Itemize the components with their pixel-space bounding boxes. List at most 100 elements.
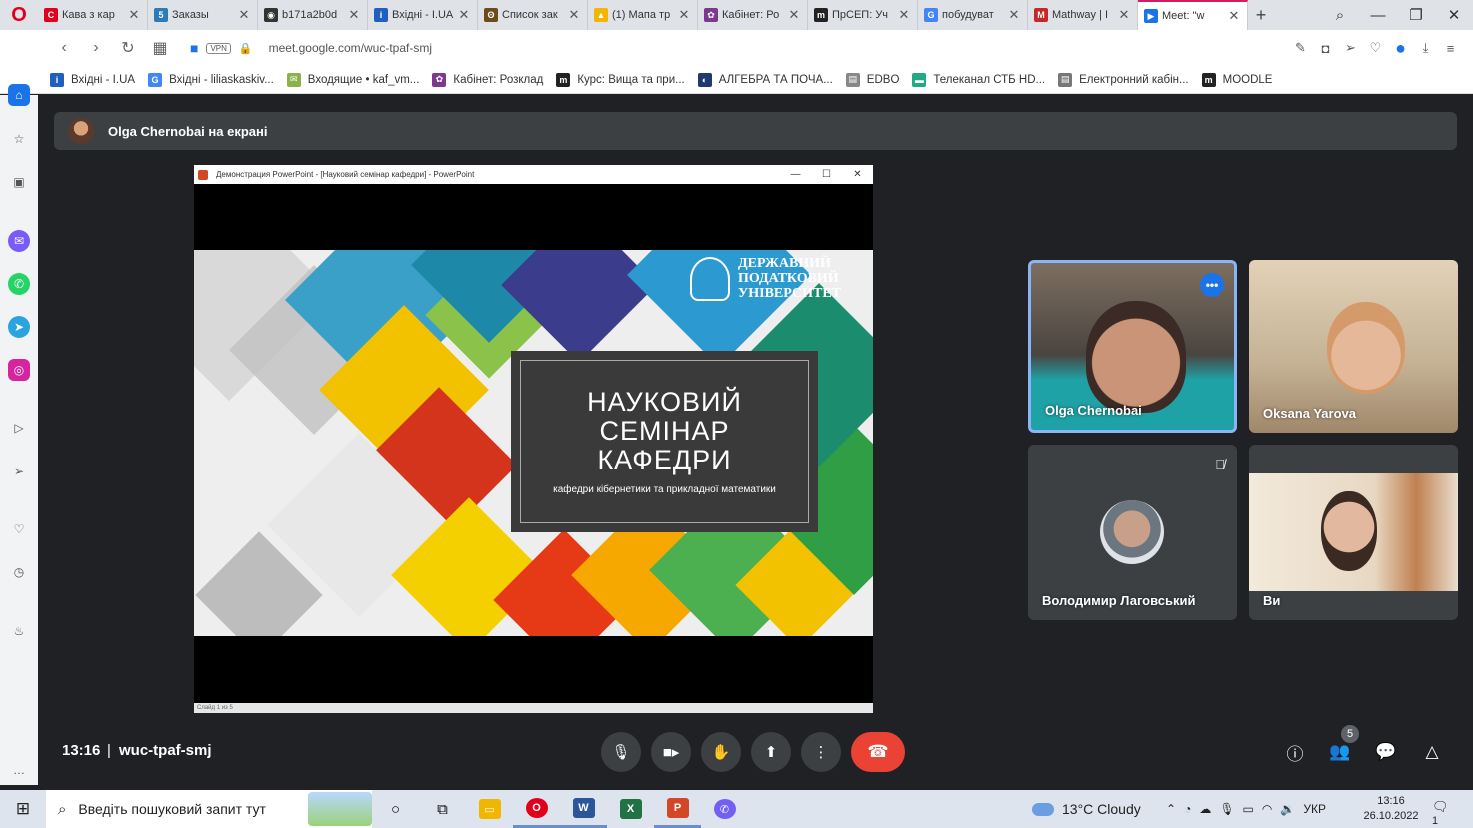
mic-tray-icon[interactable]: 🎙 (1219, 802, 1234, 816)
favorites-icon[interactable]: ♡ (8, 518, 30, 540)
browser-tab[interactable]: i Вхідні - I.UA ✕ (368, 0, 478, 30)
close-tab-icon[interactable]: ✕ (567, 7, 581, 23)
language-indicator[interactable]: УКР (1303, 802, 1326, 816)
word-icon[interactable]: W (560, 790, 607, 828)
onedrive-icon[interactable]: ☁ (1199, 802, 1211, 816)
bookmark-item[interactable]: G Вхідні - liliaskaskiv... (148, 72, 274, 87)
participant-tile-volodymyr[interactable]: 🎙̸ Володимир Лаговський (1028, 445, 1237, 620)
edit-icon[interactable]: ✎ (1288, 40, 1313, 56)
home-icon[interactable]: ⌂ (8, 84, 30, 106)
close-tab-icon[interactable]: ✕ (1117, 7, 1131, 23)
reload-icon[interactable]: ↻ (112, 38, 144, 58)
browser-tab[interactable]: ▶ Meet: "w ✕ (1138, 0, 1248, 30)
file-explorer-icon[interactable]: ▭ (466, 790, 513, 828)
bookmark-item[interactable]: m MOODLE (1201, 72, 1272, 87)
shared-screen[interactable]: Демонстрация PowerPoint - [Науковий семі… (194, 165, 873, 713)
download-icon[interactable]: ⤓ (1413, 40, 1438, 56)
volume-icon[interactable]: 🔉 (1280, 802, 1295, 816)
notifications-icon[interactable]: 🗨1 (1432, 799, 1454, 827)
more-options-button[interactable]: ⋮ (801, 732, 841, 772)
meeting-info-button[interactable]: ⓘ (1281, 739, 1309, 765)
whatsapp-icon[interactable]: ✆ (8, 273, 30, 295)
bookmark-item[interactable]: ▬ Телеканал СТБ HD... (912, 72, 1045, 87)
close-tab-icon[interactable]: ✕ (237, 7, 251, 23)
forward-icon[interactable]: › (80, 39, 112, 57)
browser-tab[interactable]: C Кава з кар ✕ (38, 0, 148, 30)
new-tab-button[interactable]: + (1248, 5, 1274, 26)
search-tabs-icon[interactable]: ⌕ (1321, 7, 1359, 24)
chat-button[interactable]: 💬 (1372, 739, 1400, 765)
raise-hand-button[interactable]: ✋ (701, 732, 741, 772)
minimize-icon[interactable]: — (1359, 7, 1397, 24)
weather-widget[interactable]: 13°C Cloudy (1032, 790, 1141, 828)
restore-icon[interactable]: ❐ (1397, 6, 1435, 24)
history-icon[interactable]: ◷ (8, 561, 30, 583)
browser-tab[interactable]: 5 Заказы ✕ (148, 0, 258, 30)
excel-icon[interactable]: X (607, 790, 654, 828)
bookmark-item[interactable]: ✿ Кабінет: Розклад (432, 72, 543, 87)
player-icon[interactable]: ▷ (8, 417, 30, 439)
close-tab-icon[interactable]: ✕ (897, 7, 911, 23)
vpn-badge[interactable]: VPN (206, 42, 231, 54)
camera-button[interactable]: ■▸ (651, 732, 691, 772)
browser-tab[interactable]: ✿ Кабінет: Ро ✕ (698, 0, 808, 30)
heart-icon[interactable]: ♡ (1363, 40, 1388, 56)
clipboard-icon[interactable]: ▣ (8, 171, 30, 193)
close-tab-icon[interactable]: ✕ (1007, 7, 1021, 23)
people-tray-icon[interactable]: ◔ (1184, 802, 1191, 816)
close-tab-icon[interactable]: ✕ (347, 7, 361, 23)
browser-tab[interactable]: ▲ (1) Мапа тр ✕ (588, 0, 698, 30)
speed-dial-icon[interactable]: ▦ (144, 38, 176, 58)
participant-tile-olga[interactable]: ••• Olga Chernobai (1028, 260, 1237, 433)
bookmark-item[interactable]: ✉ Входящие • kaf_vm... (286, 72, 419, 87)
participant-tile-self[interactable]: Ви (1249, 445, 1458, 620)
opera-logo-icon[interactable]: O (0, 0, 38, 30)
bookmark-item[interactable]: i Вхідні - I.UA (50, 72, 135, 87)
close-tab-icon[interactable]: ✕ (1227, 8, 1241, 24)
instagram-icon[interactable]: ◎ (8, 359, 30, 381)
browser-tab[interactable]: ◉ b171a2b0d ✕ (258, 0, 368, 30)
back-icon[interactable]: ‹ (48, 39, 80, 57)
profile-icon[interactable]: ● (1388, 38, 1413, 59)
microphone-button[interactable]: 🎙 (601, 732, 641, 772)
browser-tab[interactable]: Gпобудуват ✕ (918, 0, 1028, 30)
close-tab-icon[interactable]: ✕ (457, 7, 471, 23)
clock[interactable]: 13:16 26.10.2022 (1360, 794, 1422, 824)
close-window-icon[interactable]: ✕ (1435, 6, 1473, 24)
task-view-icon[interactable]: ⧉ (419, 790, 466, 828)
close-tab-icon[interactable]: ✕ (127, 7, 141, 23)
close-tab-icon[interactable]: ✕ (677, 7, 691, 23)
participant-tile-oksana[interactable]: Oksana Yarova (1249, 260, 1458, 433)
more-icon[interactable]: … (8, 759, 30, 781)
battery-icon[interactable]: ▭ (1243, 802, 1254, 816)
messenger-icon[interactable]: ✉ (8, 230, 30, 252)
browser-tab[interactable]: m ПрСЕП: Уч ✕ (808, 0, 918, 30)
lock-icon[interactable]: 🔒 (239, 42, 253, 55)
camera-in-use-icon[interactable]: ■ (190, 40, 198, 56)
snapshot-icon[interactable]: ◘ (1313, 41, 1338, 56)
telegram-icon[interactable]: ➤ (8, 316, 30, 338)
url-field[interactable]: meet.google.com/wuc-tpaf-smj (269, 41, 432, 55)
browser-tab[interactable]: M Mathway | I ✕ (1028, 0, 1138, 30)
easy-setup-icon[interactable]: ≡ (1438, 41, 1463, 56)
more-options-icon[interactable]: ••• (1200, 273, 1224, 297)
opera-taskbar-icon[interactable]: O (513, 790, 560, 828)
bookmark-item[interactable]: ◐ АЛГЕБРА ТА ПОЧА... (697, 72, 833, 87)
bookmark-item[interactable]: ▤ Електронний кабін... (1058, 72, 1189, 87)
lightbulb-icon[interactable]: ♨ (8, 620, 30, 642)
send-icon[interactable]: ➢ (1338, 40, 1363, 56)
windows-start-icon[interactable]: ⊞ (0, 799, 46, 819)
viber-icon[interactable]: ✆ (701, 790, 748, 828)
present-button[interactable]: ⬆ (751, 732, 791, 772)
taskbar-search[interactable]: ⌕ Введіть пошуковий запит тут (46, 790, 372, 828)
flow-icon[interactable]: ➢ (8, 460, 30, 482)
activities-button[interactable]: △ (1418, 739, 1446, 765)
star-icon[interactable]: ☆ (8, 128, 30, 150)
chevron-up-icon[interactable]: ⌃ (1166, 802, 1176, 816)
bookmark-item[interactable]: m Курс: Вища та при... (556, 72, 685, 87)
powerpoint-taskbar-icon[interactable]: P (654, 790, 701, 828)
close-tab-icon[interactable]: ✕ (787, 7, 801, 23)
wifi-icon[interactable]: ◠ (1262, 802, 1272, 816)
browser-tab[interactable]: ʘ Список зак ✕ (478, 0, 588, 30)
bookmark-item[interactable]: ▤ EDBO (845, 72, 899, 87)
